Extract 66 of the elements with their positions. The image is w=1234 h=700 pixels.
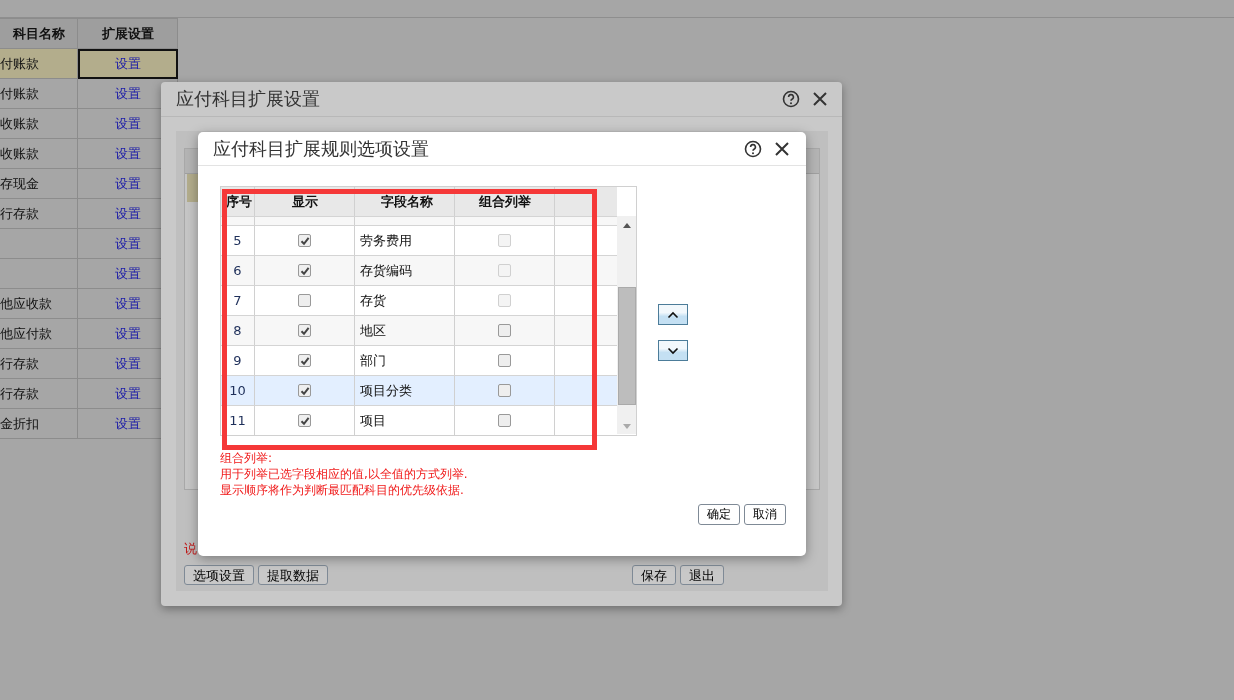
- row-number: 11: [221, 406, 255, 435]
- column-header: 字段名称: [355, 187, 455, 216]
- column-header: 科目名称: [0, 18, 78, 49]
- dialog-button[interactable]: 确定: [698, 504, 740, 525]
- scroll-thumb[interactable]: [617, 287, 636, 405]
- column-header: 序号: [221, 187, 255, 216]
- close-icon[interactable]: [774, 140, 790, 157]
- help-icon[interactable]: [744, 139, 762, 158]
- scrollbar[interactable]: [617, 216, 636, 434]
- dialog-button[interactable]: 选项设置: [184, 565, 254, 585]
- note-text: 显示顺序将作为判断最匹配科目的优先级依据.: [220, 482, 465, 498]
- move-down-button[interactable]: [658, 340, 688, 361]
- table-cell: 部门: [355, 346, 455, 375]
- table-cell: 项目分类: [355, 376, 455, 405]
- table-cell: 他应付款: [0, 318, 78, 349]
- checkbox[interactable]: [298, 264, 311, 277]
- note-text: 说: [184, 540, 198, 558]
- table-cell: 他应收款: [0, 288, 78, 319]
- table-cell: 项目: [355, 406, 455, 435]
- row-number: 9: [221, 346, 255, 375]
- settings-link-cell[interactable]: 设置: [77, 48, 178, 79]
- caret-up-icon: [667, 310, 679, 319]
- row-number: 6: [221, 256, 255, 285]
- scroll-up-icon[interactable]: [622, 222, 631, 228]
- checkbox[interactable]: [298, 414, 311, 427]
- checkbox[interactable]: [298, 294, 311, 307]
- column-header: 显示: [255, 187, 355, 216]
- table-cell: 劳务费用: [355, 226, 455, 255]
- table-cell: 行存款: [0, 378, 78, 409]
- row-number: 10: [221, 376, 255, 405]
- note-text: 用于列举已选字段相应的值,以全值的方式列举.: [220, 466, 469, 482]
- table-cell: 收账款: [0, 138, 78, 169]
- table-cell: 付账款: [0, 78, 78, 109]
- close-icon[interactable]: [812, 91, 828, 107]
- move-up-button[interactable]: [658, 304, 688, 325]
- table-cell: 存现金: [0, 168, 78, 199]
- checkbox[interactable]: [498, 354, 511, 367]
- dialog-title: 应付科目扩展规则选项设置: [213, 136, 429, 161]
- table-cell: 金折扣: [0, 408, 78, 439]
- checkbox[interactable]: [298, 354, 311, 367]
- table-cell: 付账款: [0, 48, 78, 79]
- column-header: 扩展设置: [77, 18, 178, 49]
- dialog-button[interactable]: 保存: [632, 565, 676, 585]
- checkbox[interactable]: [298, 324, 311, 337]
- checkbox[interactable]: [498, 324, 511, 337]
- dialog-title: 应付科目扩展设置: [176, 87, 320, 111]
- table-cell: 行存款: [0, 198, 78, 229]
- note-text: 组合列举:: [220, 450, 274, 466]
- row-number: 7: [221, 286, 255, 315]
- dialog-button[interactable]: 退出: [680, 565, 724, 585]
- caret-down-icon: [667, 346, 679, 355]
- row-number: 8: [221, 316, 255, 345]
- checkbox[interactable]: [498, 414, 511, 427]
- table-cell: 存货: [355, 286, 455, 315]
- column-header: 组合列举: [455, 187, 555, 216]
- dialog-button[interactable]: 提取数据: [258, 565, 328, 585]
- table-cell: 收账款: [0, 108, 78, 139]
- checkbox[interactable]: [298, 384, 311, 397]
- row-number: 5: [221, 226, 255, 255]
- help-icon[interactable]: [782, 90, 800, 108]
- dialog-button[interactable]: 取消: [744, 504, 786, 525]
- table-cell: 行存款: [0, 348, 78, 379]
- table-cell: 存货编码: [355, 256, 455, 285]
- checkbox[interactable]: [498, 384, 511, 397]
- table-cell: 地区: [355, 316, 455, 345]
- checkbox[interactable]: [298, 234, 311, 247]
